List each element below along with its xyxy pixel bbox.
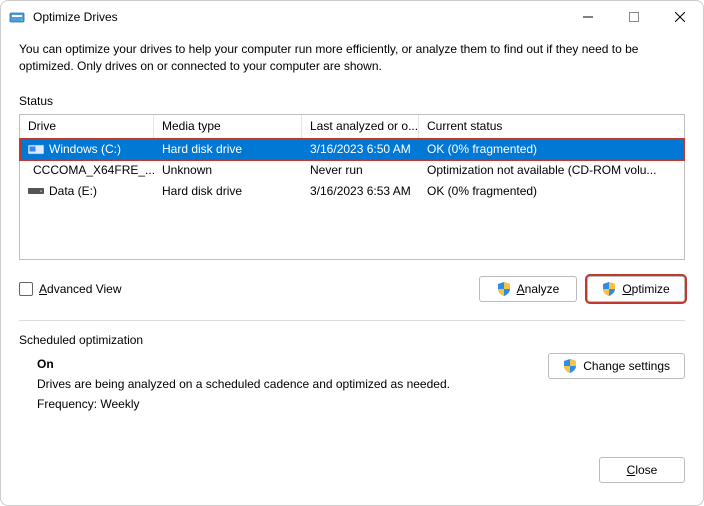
separator — [19, 320, 685, 321]
minimize-button[interactable] — [565, 1, 611, 33]
close-button[interactable] — [657, 1, 703, 33]
close-dialog-button[interactable]: Close — [599, 457, 685, 483]
cell-last: 3/16/2023 6:50 AM — [302, 139, 419, 160]
cell-last: Never run — [302, 160, 419, 181]
checkbox-icon — [19, 282, 33, 296]
shield-icon — [497, 282, 511, 296]
cell-media: Hard disk drive — [154, 139, 302, 160]
col-last[interactable]: Last analyzed or o... — [302, 115, 419, 138]
col-media[interactable]: Media type — [154, 115, 302, 138]
col-status[interactable]: Current status — [419, 115, 684, 138]
advanced-view-label: Advanced View — [39, 282, 122, 296]
window-title: Optimize Drives — [33, 10, 565, 24]
drives-table: Drive Media type Last analyzed or o... C… — [19, 114, 685, 260]
scheduled-heading: Scheduled optimization — [19, 333, 685, 347]
close-label: Close — [627, 463, 658, 477]
scheduled-frequency: Frequency: Weekly — [37, 397, 548, 411]
drive-icon — [28, 143, 44, 155]
footer: Close — [19, 457, 685, 483]
maximize-button[interactable] — [611, 1, 657, 33]
content-area: You can optimize your drives to help you… — [1, 33, 703, 497]
cell-media: Hard disk drive — [154, 181, 302, 202]
col-drive[interactable]: Drive — [20, 115, 154, 138]
table-header: Drive Media type Last analyzed or o... C… — [20, 115, 684, 139]
intro-text: You can optimize your drives to help you… — [19, 41, 685, 76]
cell-drive: CCCOMA_X64FRE_... — [33, 163, 154, 177]
cell-status: OK (0% fragmented) — [419, 181, 684, 202]
table-body: Windows (C:) Hard disk drive 3/16/2023 6… — [20, 139, 684, 259]
status-label: Status — [19, 94, 685, 108]
analyze-button[interactable]: Analyze — [479, 276, 577, 302]
table-row[interactable]: Windows (C:) Hard disk drive 3/16/2023 6… — [20, 139, 684, 160]
cell-media: Unknown — [154, 160, 302, 181]
titlebar: Optimize Drives — [1, 1, 703, 33]
shield-icon — [602, 282, 616, 296]
optimize-label: Optimize — [622, 282, 669, 296]
change-settings-button[interactable]: Change settings — [548, 353, 685, 379]
scheduled-description: Drives are being analyzed on a scheduled… — [37, 377, 548, 391]
hdd-icon — [28, 185, 44, 197]
change-settings-label: Change settings — [583, 359, 670, 373]
optimize-button[interactable]: Optimize — [587, 276, 685, 302]
cell-last: 3/16/2023 6:53 AM — [302, 181, 419, 202]
cell-drive: Data (E:) — [49, 184, 97, 198]
scheduled-state: On — [37, 357, 548, 371]
advanced-view-checkbox[interactable]: Advanced View — [19, 282, 469, 296]
cell-drive: Windows (C:) — [49, 142, 121, 156]
cell-status: Optimization not available (CD-ROM volu.… — [419, 160, 684, 181]
shield-icon — [563, 359, 577, 373]
cell-status: OK (0% fragmented) — [419, 139, 684, 160]
table-actions: Advanced View Analyze Optimize — [19, 276, 685, 302]
window-controls — [565, 1, 703, 33]
table-row[interactable]: Data (E:) Hard disk drive 3/16/2023 6:53… — [20, 181, 684, 202]
scheduled-section: On Drives are being analyzed on a schedu… — [19, 353, 685, 411]
table-row[interactable]: CCCOMA_X64FRE_... Unknown Never run Opti… — [20, 160, 684, 181]
analyze-label: Analyze — [517, 282, 560, 296]
app-icon — [9, 9, 25, 25]
